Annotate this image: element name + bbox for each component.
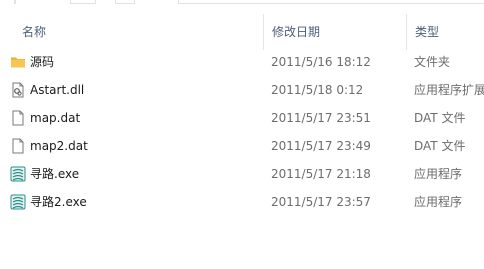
file-type: 文件夹 (414, 55, 451, 69)
file-date-modified: 2011/5/17 23:57 (271, 195, 371, 209)
file-row-exe[interactable]: 寻路2.exe 2011/5/17 23:57 应用程序 (0, 188, 484, 216)
file-list: 源码 2011/5/16 18:12 文件夹 Astart.dll 2011/5… (0, 48, 484, 216)
file-type: DAT 文件 (414, 111, 466, 125)
column-header-type[interactable]: 类型 (406, 14, 484, 50)
dll-file-icon (10, 76, 26, 104)
folder-icon (10, 48, 26, 76)
file-row-dat[interactable]: map.dat 2011/5/17 23:51 DAT 文件 (0, 104, 484, 132)
search-box-edge[interactable] (178, 0, 484, 4)
blank-file-icon (10, 132, 26, 160)
toolbar-divider (14, 0, 16, 4)
file-type: 应用程序 (414, 167, 463, 181)
file-date-modified: 2011/5/17 23:49 (271, 139, 371, 153)
file-row-folder[interactable]: 源码 2011/5/16 18:12 文件夹 (0, 48, 484, 76)
file-name: 源码 (30, 55, 55, 69)
file-date-modified: 2011/5/17 23:51 (271, 111, 371, 125)
file-row-dat[interactable]: map2.dat 2011/5/17 23:49 DAT 文件 (0, 132, 484, 160)
exe-app-icon (10, 160, 26, 188)
file-date-modified: 2011/5/16 18:12 (271, 55, 371, 69)
file-type: DAT 文件 (414, 139, 466, 153)
file-row-dll[interactable]: Astart.dll 2011/5/18 0:12 应用程序扩展 (0, 76, 484, 104)
file-name: 寻路.exe (30, 167, 80, 181)
toolbar-button-edge[interactable] (70, 0, 96, 4)
toolbar-button-edge[interactable] (115, 0, 135, 4)
column-header-date-modified[interactable]: 修改日期 (263, 14, 407, 50)
exe-app-icon (10, 188, 26, 216)
file-name: map.dat (30, 111, 81, 125)
file-name: 寻路2.exe (30, 195, 87, 209)
file-date-modified: 2011/5/18 0:12 (271, 83, 364, 97)
file-date-modified: 2011/5/17 21:18 (271, 167, 371, 181)
file-row-exe[interactable]: 寻路.exe 2011/5/17 21:18 应用程序 (0, 160, 484, 188)
toolbar-remnant (0, 0, 484, 6)
file-type: 应用程序 (414, 195, 463, 209)
file-name: map2.dat (30, 139, 88, 153)
file-name: Astart.dll (30, 83, 85, 97)
blank-file-icon (10, 104, 26, 132)
column-header-name[interactable]: 名称 (14, 14, 264, 50)
column-header-row: 名称 修改日期 类型 (0, 14, 484, 50)
file-type: 应用程序扩展 (414, 83, 484, 97)
file-explorer-details-view: 名称 修改日期 类型 源码 2011/5/16 18:12 文件夹 Astart… (0, 0, 484, 269)
